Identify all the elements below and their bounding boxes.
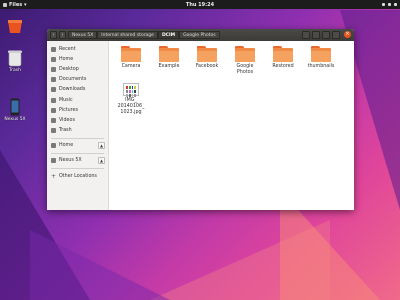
file-label: IMG_ 20140106_ 1023.jpg [118, 98, 145, 116]
breadcrumb-google-photos[interactable]: Google Photos [179, 31, 220, 39]
folder-icon [159, 46, 179, 62]
system-tray[interactable] [382, 3, 397, 6]
folder-label: Facebook [195, 64, 219, 69]
folder-thumbnails[interactable]: thumbnails [302, 46, 340, 70]
picture-icon [51, 107, 56, 113]
video-icon [51, 117, 56, 123]
desktop-phone[interactable]: Nexus 5X [0, 98, 30, 122]
document-icon [51, 77, 56, 83]
top-panel: Files ▾ Thu 19:24 [0, 0, 400, 9]
sidebar-item-desktop[interactable]: Desktop [47, 64, 108, 74]
sidebar-item-nexus[interactable]: Nexus 5X ▲ [47, 156, 108, 166]
close-button[interactable]: × [344, 31, 351, 38]
sidebar-item-home-device[interactable]: Home ▲ [47, 141, 108, 151]
sidebar-item-home[interactable]: Home [47, 54, 108, 64]
header-bar: ‹ › Nexus 5X Internal shared storage DCI… [47, 29, 354, 41]
window-controls: × [302, 31, 351, 39]
folder-label: thumbnails [307, 64, 335, 69]
sidebar-label: Nexus 5X [59, 158, 82, 164]
search-button[interactable] [302, 31, 310, 39]
file-image[interactable]: IMG_ 20140106_ 1023.jpg [112, 83, 150, 116]
folder-camera[interactable]: Camera [112, 46, 150, 70]
sidebar-label: Documents [59, 77, 87, 83]
folder-icon [121, 46, 141, 62]
home-icon [51, 56, 56, 62]
desktop-bucket-icon[interactable] [0, 18, 30, 36]
folder-icon [311, 46, 331, 62]
sidebar-label: Recent [59, 46, 76, 52]
sidebar-item-documents[interactable]: Documents [47, 75, 108, 85]
sidebar-label: Desktop [59, 66, 79, 72]
clock-icon [51, 46, 56, 52]
sidebar-divider [51, 137, 104, 139]
phone-icon [51, 158, 56, 164]
back-button[interactable]: ‹ [50, 31, 57, 39]
forward-button[interactable]: › [59, 31, 66, 39]
sidebar-label: Downloads [59, 87, 86, 93]
desktop-phone-label: Nexus 5X [4, 117, 26, 122]
file-label-line: 1023.jpg [120, 110, 142, 115]
music-icon [51, 97, 56, 103]
file-view: Camera Example Facebook Google Photos Re… [109, 41, 354, 210]
image-thumbnail [123, 83, 139, 97]
sidebar-item-recent[interactable]: Recent [47, 44, 108, 54]
desktop-trash-label: Trash [9, 68, 21, 73]
folder-icon [197, 46, 217, 62]
drive-icon [51, 143, 56, 149]
sidebar: Recent Home Desktop Documents Downloads … [47, 41, 109, 210]
folder-label: Example [158, 64, 180, 69]
folder-label: Camera [121, 64, 141, 69]
file-manager-window: ‹ › Nexus 5X Internal shared storage DCI… [47, 29, 354, 210]
sidebar-divider [51, 168, 104, 170]
folder-icon [273, 46, 293, 62]
download-icon [51, 87, 56, 93]
desktop-trash[interactable]: Trash [0, 49, 30, 73]
eject-icon[interactable]: ▲ [98, 142, 105, 150]
volume-icon[interactable] [388, 3, 391, 6]
sidebar-label: Pictures [59, 107, 78, 113]
sidebar-label: Home [59, 143, 74, 149]
menu-button[interactable] [332, 31, 340, 39]
phone-icon [10, 98, 20, 116]
sidebar-item-trash[interactable]: Trash [47, 126, 108, 136]
trash-icon [8, 50, 22, 67]
trash-icon [51, 128, 56, 134]
sidebar-item-other-locations[interactable]: + Other Locations [47, 171, 108, 181]
view-options-button[interactable] [322, 31, 330, 39]
sidebar-item-music[interactable]: Music [47, 95, 108, 105]
sidebar-label: Videos [59, 117, 75, 123]
plus-icon: + [51, 172, 57, 180]
view-toggle-button[interactable] [312, 31, 320, 39]
folder-label: Google Photos [236, 64, 254, 75]
folder-example[interactable]: Example [150, 46, 188, 70]
bucket-icon [8, 20, 22, 33]
folder-label: Restored [272, 64, 294, 69]
sidebar-label: Home [59, 56, 74, 62]
sidebar-label: Music [59, 97, 73, 103]
sidebar-item-videos[interactable]: Videos [47, 115, 108, 125]
breadcrumb-internal-storage[interactable]: Internal shared storage [97, 31, 158, 39]
folder-facebook[interactable]: Facebook [188, 46, 226, 70]
sidebar-label: Other Locations [59, 173, 97, 179]
eject-icon[interactable]: ▲ [98, 157, 105, 165]
breadcrumb: Nexus 5X Internal shared storage DCIM Go… [68, 31, 220, 39]
breadcrumb-nexus[interactable]: Nexus 5X [68, 31, 98, 39]
sidebar-item-downloads[interactable]: Downloads [47, 85, 108, 95]
folder-google-photos[interactable]: Google Photos [226, 46, 264, 76]
power-icon[interactable] [394, 3, 397, 6]
sidebar-item-pictures[interactable]: Pictures [47, 105, 108, 115]
folder-icon [235, 46, 255, 62]
folder-restored[interactable]: Restored [264, 46, 302, 70]
breadcrumb-dcim[interactable]: DCIM [157, 31, 180, 39]
sidebar-label: Trash [59, 128, 72, 134]
desktop-icon [51, 66, 56, 72]
network-icon[interactable] [382, 3, 385, 6]
sidebar-divider [51, 152, 104, 154]
clock[interactable]: Thu 19:24 [0, 2, 400, 8]
